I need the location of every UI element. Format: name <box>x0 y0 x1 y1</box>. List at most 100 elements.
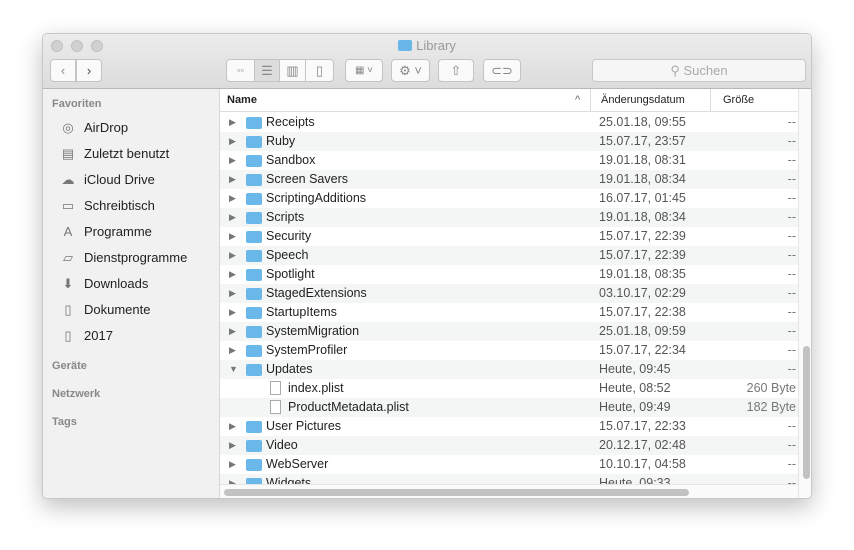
sidebar-icon: ▤ <box>61 146 75 161</box>
share-button[interactable]: ⇧ <box>438 59 474 82</box>
table-row[interactable]: ▶ Speech 15.07.17, 22:39 -- <box>220 246 798 265</box>
file-size: -- <box>787 134 796 148</box>
sidebar-item-dokumente[interactable]: ▯ Dokumente <box>60 299 150 321</box>
horizontal-scrollbar[interactable] <box>220 484 798 498</box>
sidebar-icon: ▯ <box>64 302 72 317</box>
sidebar-item-icloud-drive[interactable]: ☁ iCloud Drive <box>60 169 155 191</box>
sidebar-item-downloads[interactable]: ⬇ Downloads <box>60 273 149 295</box>
disclosure-collapsed-icon[interactable]: ▶ <box>229 341 236 360</box>
modified-date: 20.12.17, 02:48 <box>599 438 686 452</box>
file-name: SystemMigration <box>266 324 360 338</box>
group-button[interactable]: ▦ ˅ <box>345 59 383 82</box>
name-column-header[interactable]: Name <box>227 89 257 112</box>
file-size: -- <box>787 305 796 319</box>
table-row[interactable]: ▶ Scripts 19.01.18, 08:34 -- <box>220 208 798 227</box>
table-row[interactable]: ▼ Updates Heute, 09:45 -- <box>220 360 798 379</box>
disclosure-collapsed-icon[interactable]: ▶ <box>229 170 236 189</box>
folder-icon <box>246 421 262 433</box>
title-text: Library <box>416 38 456 53</box>
disclosure-collapsed-icon[interactable]: ▶ <box>229 113 236 132</box>
disclosure-collapsed-icon[interactable]: ▶ <box>229 455 236 474</box>
table-row[interactable]: ProductMetadata.plist Heute, 09:49 182 Byt… <box>220 398 798 417</box>
vertical-scrollbar[interactable] <box>798 89 811 498</box>
file-size: -- <box>787 115 796 129</box>
modified-date: 15.07.17, 23:57 <box>599 134 686 148</box>
sort-indicator: ^ <box>575 94 581 106</box>
table-row[interactable]: ▶ Video 20.12.17, 02:48 -- <box>220 436 798 455</box>
finder-window: Library ‹ › ▫▫ ☰ ▥ ▯ ▦ ˅ ⚙ ˅ ⇧ ⊂⊃ ⚲ Such… <box>42 33 812 499</box>
file-name: User Pictures <box>266 419 342 433</box>
file-size: -- <box>787 248 796 262</box>
disclosure-collapsed-icon[interactable]: ▶ <box>229 417 236 436</box>
column-view-button[interactable]: ▥ <box>279 59 306 82</box>
modified-date: 10.10.17, 04:58 <box>599 457 686 471</box>
action-gear-button[interactable]: ⚙ ˅ <box>391 59 430 82</box>
tag-button[interactable]: ⊂⊃ <box>483 59 521 82</box>
search-field[interactable]: ⚲ Suchen <box>592 59 806 82</box>
devices-heading[interactable]: Geräte <box>52 360 87 372</box>
table-row[interactable]: ▶ SystemProfiler 15.07.17, 22:34 -- <box>220 341 798 360</box>
sidebar-item-schreibtisch[interactable]: ▭ Schreibtisch <box>60 195 155 217</box>
back-button[interactable]: ‹ <box>50 59 76 82</box>
table-row[interactable]: ▶ Sandbox 19.01.18, 08:31 -- <box>220 151 798 170</box>
size-column-header[interactable]: Größe <box>723 89 754 112</box>
vertical-scroll-thumb[interactable] <box>803 346 810 479</box>
folder-icon <box>246 155 262 167</box>
table-row[interactable]: ▶ User Pictures 15.07.17, 22:33 -- <box>220 417 798 436</box>
forward-button[interactable]: › <box>76 59 102 82</box>
sidebar-item-dienstprogramme[interactable]: ▱ Dienstprogramme <box>60 247 187 269</box>
table-row[interactable]: ▶ WebServer 10.10.17, 04:58 -- <box>220 455 798 474</box>
file-name: SystemProfiler <box>266 343 348 357</box>
modified-date: 19.01.18, 08:31 <box>599 153 686 167</box>
sidebar-item-zuletzt-benutzt[interactable]: ▤ Zuletzt benutzt <box>60 143 169 165</box>
tags-heading[interactable]: Tags <box>52 416 77 428</box>
table-row[interactable]: ▶ Screen Savers 19.01.18, 08:34 -- <box>220 170 798 189</box>
table-row[interactable]: ▶ StartupItems 15.07.17, 22:38 -- <box>220 303 798 322</box>
disclosure-collapsed-icon[interactable]: ▶ <box>229 132 236 151</box>
disclosure-collapsed-icon[interactable]: ▶ <box>229 265 236 284</box>
table-row[interactable]: ▶ ScriptingAdditions 16.07.17, 01:45 -- <box>220 189 798 208</box>
table-row[interactable]: ▶ Ruby 15.07.17, 23:57 -- <box>220 132 798 151</box>
table-row[interactable]: ▶ Receipts 25.01.18, 09:55 -- <box>220 113 798 132</box>
date-column-header[interactable]: Änderungsdatum <box>601 89 685 112</box>
disclosure-collapsed-icon[interactable]: ▶ <box>229 322 236 341</box>
folder-icon <box>246 117 262 129</box>
window-title: Library <box>43 38 811 53</box>
disclosure-collapsed-icon[interactable]: ▶ <box>229 436 236 455</box>
disclosure-collapsed-icon[interactable]: ▶ <box>229 303 236 322</box>
horizontal-scroll-thumb[interactable] <box>224 489 689 496</box>
folder-icon <box>246 345 262 357</box>
modified-date: 15.07.17, 22:39 <box>599 248 686 262</box>
sidebar-item-label: Programme <box>84 224 152 239</box>
sidebar-icon: ⬇ <box>62 276 74 291</box>
table-row[interactable]: ▶ Spotlight 19.01.18, 08:35 -- <box>220 265 798 284</box>
table-row[interactable]: index.plist Heute, 08:52 260 Byte <box>220 379 798 398</box>
sidebar: Favoriten ◎ AirDrop ▤ Zuletzt benutzt ☁ iClou… <box>43 89 220 498</box>
sidebar-item-programme[interactable]: A Programme <box>60 221 152 243</box>
gallery-view-button[interactable]: ▯ <box>305 59 334 82</box>
modified-date: Heute, 09:49 <box>599 400 671 414</box>
network-heading[interactable]: Netzwerk <box>52 388 100 400</box>
disclosure-collapsed-icon[interactable]: ▶ <box>229 227 236 246</box>
disclosure-collapsed-icon[interactable]: ▶ <box>229 151 236 170</box>
disclosure-collapsed-icon[interactable]: ▶ <box>229 284 236 303</box>
modified-date: 25.01.18, 09:59 <box>599 324 686 338</box>
file-name: ScriptingAdditions <box>266 191 367 205</box>
list-view-button[interactable]: ☰ <box>254 59 280 82</box>
table-row[interactable]: ▶ SystemMigration 25.01.18, 09:59 -- <box>220 322 798 341</box>
sidebar-item-airdrop[interactable]: ◎ AirDrop <box>60 117 128 139</box>
disclosure-collapsed-icon[interactable]: ▶ <box>229 208 236 227</box>
table-row[interactable]: ▶ StagedExtensions 03.10.17, 02:29 -- <box>220 284 798 303</box>
sidebar-item-label: Zuletzt benutzt <box>84 146 170 161</box>
folder-icon <box>246 174 262 186</box>
sidebar-item-2017[interactable]: ▯ 2017 <box>60 325 113 347</box>
disclosure-collapsed-icon[interactable]: ▶ <box>229 189 236 208</box>
disclosure-expanded-icon[interactable]: ▼ <box>229 360 238 379</box>
table-row[interactable]: ▶ Security 15.07.17, 22:39 -- <box>220 227 798 246</box>
icon-view-button[interactable]: ▫▫ <box>226 59 255 82</box>
column-header: Name ^ Änderungsdatum Größe <box>220 89 798 112</box>
file-size: -- <box>787 343 796 357</box>
disclosure-collapsed-icon[interactable]: ▶ <box>229 246 236 265</box>
file-size: -- <box>787 191 796 205</box>
sidebar-icon: A <box>63 224 73 239</box>
